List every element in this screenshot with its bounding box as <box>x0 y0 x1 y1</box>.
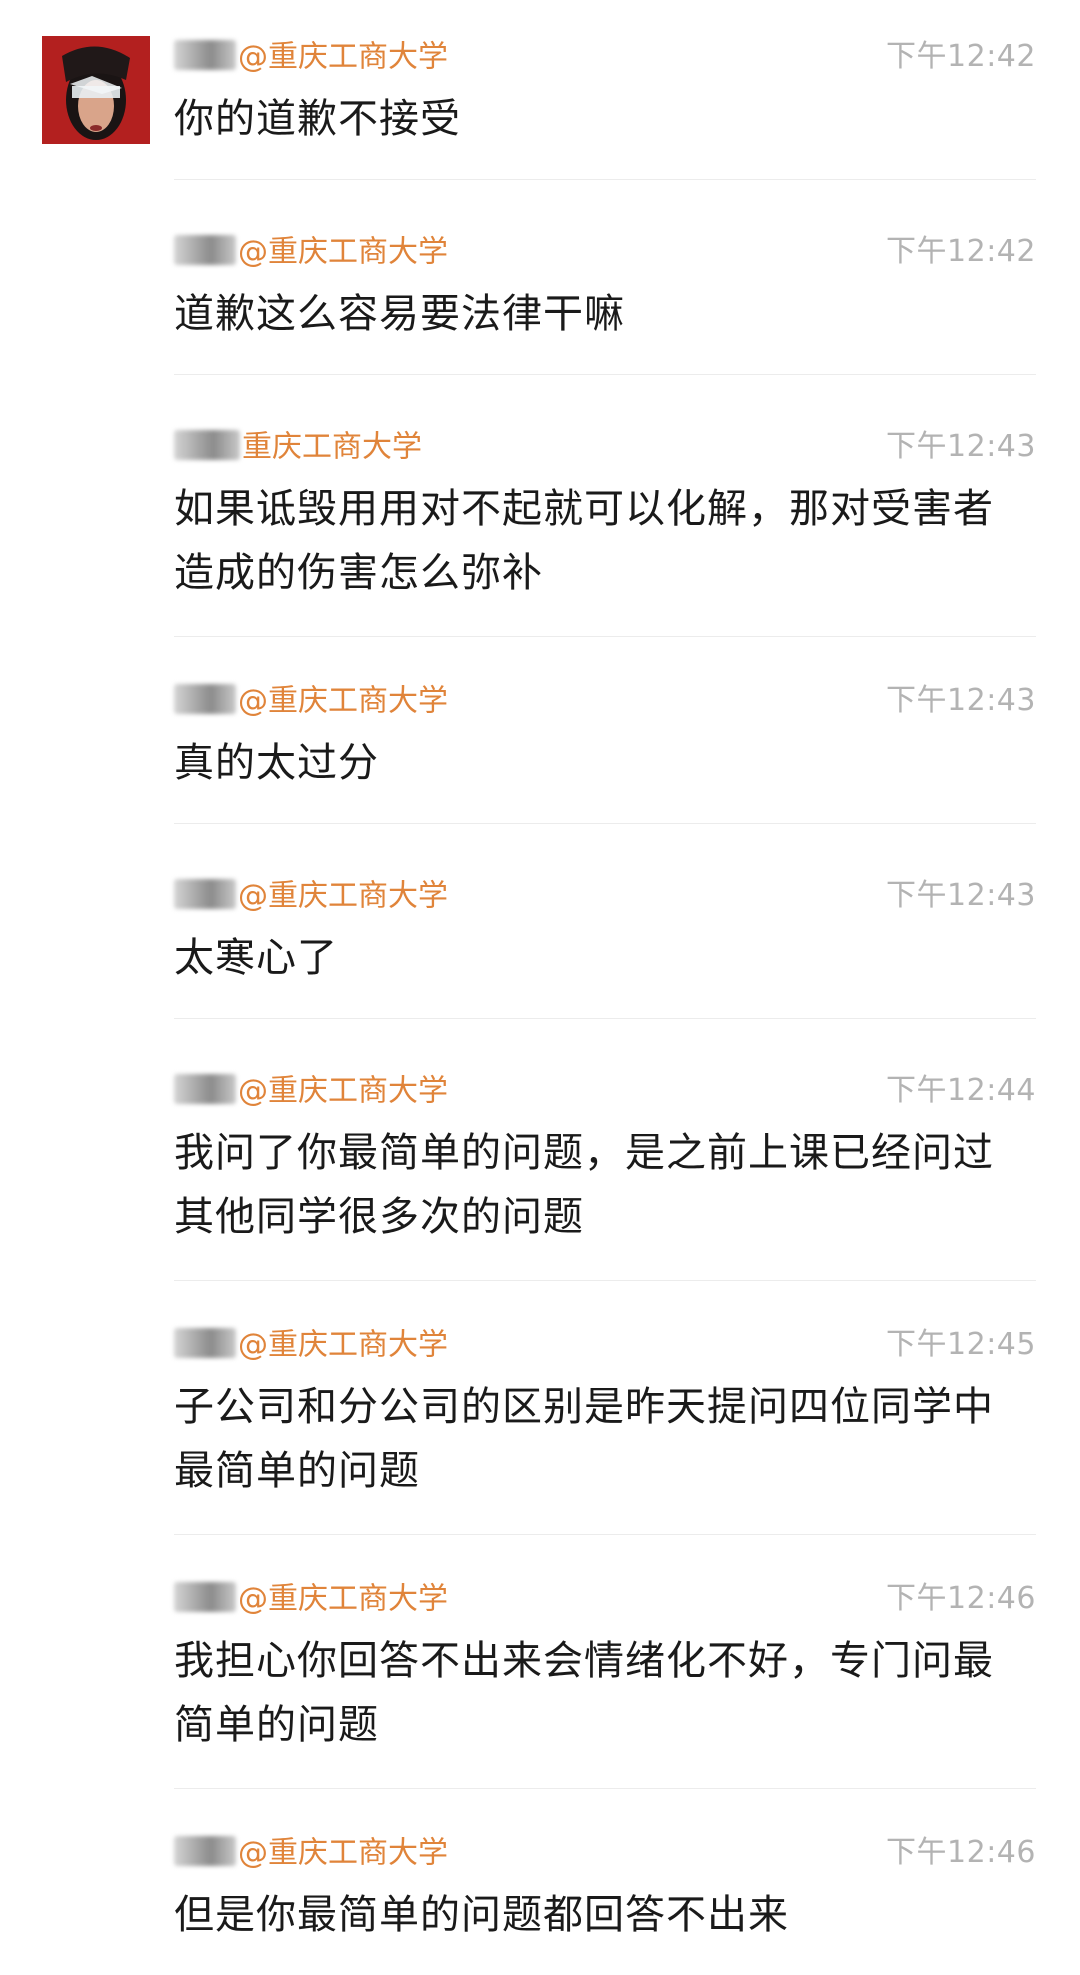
comment-text: 子公司和分公司的区别是昨天提问四位同学中最简单的问题 <box>174 1384 994 1494</box>
comment-time: 下午12:43 <box>886 683 1036 718</box>
comment-text: 我问了你最简单的问题，是之前上课已经问过其他同学很多次的问题 <box>174 1130 994 1240</box>
comment-time: 下午12:46 <box>886 1581 1036 1616</box>
comment-item[interactable]: @重庆工商大学 下午12:45 子公司和分公司的区别是昨天提问四位同学中最简单的… <box>174 1325 1036 1503</box>
comment-text: 真的太过分 <box>174 740 379 786</box>
comment-item[interactable]: @重庆工商大学 下午12:43 太寒心了 <box>174 876 1036 990</box>
comment-sender: @重庆工商大学 <box>174 1833 448 1873</box>
comment-sender: @重庆工商大学 <box>174 876 448 916</box>
divider <box>174 636 1036 637</box>
comment-item[interactable]: @重庆工商大学 下午12:43 真的太过分 <box>174 681 1036 795</box>
divider <box>174 1280 1036 1281</box>
comment-time: 下午12:45 <box>886 1327 1036 1362</box>
comment-sender: @重庆工商大学 <box>174 1071 448 1111</box>
redacted-username <box>174 39 236 70</box>
comment-time: 下午12:43 <box>886 429 1036 464</box>
user-avatar-portrait-icon <box>42 36 150 144</box>
comment-time: 下午12:44 <box>886 1073 1036 1108</box>
comment-text: 道歉这么容易要法律干嘛 <box>174 291 625 337</box>
comment-item[interactable]: @重庆工商大学 下午12:42 你的道歉不接受 <box>174 37 1036 151</box>
sender-school: @重庆工商大学 <box>238 683 448 719</box>
comment-time: 下午12:43 <box>886 878 1036 913</box>
redacted-username <box>174 429 240 460</box>
comment-text: 如果诋毁用用对不起就可以化解，那对受害者造成的伤害怎么弥补 <box>174 486 994 596</box>
redacted-username <box>174 683 236 714</box>
comment-sender: @重庆工商大学 <box>174 232 448 272</box>
comment-item[interactable]: @重庆工商大学 下午12:42 道歉这么容易要法律干嘛 <box>174 232 1036 346</box>
comment-sender: 重庆工商大学 <box>174 427 422 467</box>
comment-item[interactable]: @重庆工商大学 下午12:46 但是你最简单的问题都回答不出来 <box>174 1833 1036 1947</box>
comment-sender: @重庆工商大学 <box>174 37 448 77</box>
comment-item[interactable]: 重庆工商大学 下午12:43 如果诋毁用用对不起就可以化解，那对受害者造成的伤害… <box>174 427 1036 605</box>
redacted-username <box>174 234 236 265</box>
avatar[interactable] <box>42 36 150 144</box>
divider <box>174 374 1036 375</box>
comment-sender: @重庆工商大学 <box>174 1579 448 1619</box>
redacted-username <box>174 1581 236 1612</box>
comment-time: 下午12:46 <box>886 1835 1036 1870</box>
comment-sender: @重庆工商大学 <box>174 1325 448 1365</box>
sender-school: @重庆工商大学 <box>238 39 448 75</box>
comment-text: 你的道歉不接受 <box>174 96 461 142</box>
redacted-username <box>174 1073 236 1104</box>
sender-school: 重庆工商大学 <box>242 429 422 465</box>
comment-text: 但是你最简单的问题都回答不出来 <box>174 1892 789 1938</box>
comment-sender: @重庆工商大学 <box>174 681 448 721</box>
comment-text: 太寒心了 <box>174 935 338 981</box>
redacted-username <box>174 1835 236 1866</box>
sender-school: @重庆工商大学 <box>238 1835 448 1871</box>
sender-school: @重庆工商大学 <box>238 1327 448 1363</box>
comment-item[interactable]: @重庆工商大学 下午12:46 我担心你回答不出来会情绪化不好，专门问最简单的问… <box>174 1579 1036 1757</box>
divider <box>174 1018 1036 1019</box>
sender-school: @重庆工商大学 <box>238 1073 448 1109</box>
divider <box>174 1788 1036 1789</box>
comment-time: 下午12:42 <box>886 39 1036 74</box>
comment-time: 下午12:42 <box>886 234 1036 269</box>
comment-text: 我担心你回答不出来会情绪化不好，专门问最简单的问题 <box>174 1638 994 1748</box>
comment-item[interactable]: @重庆工商大学 下午12:44 我问了你最简单的问题，是之前上课已经问过其他同学… <box>174 1071 1036 1249</box>
sender-school: @重庆工商大学 <box>238 1581 448 1617</box>
divider <box>174 1534 1036 1535</box>
redacted-username <box>174 1327 236 1358</box>
divider <box>174 823 1036 824</box>
redacted-username <box>174 878 236 909</box>
sender-school: @重庆工商大学 <box>238 878 448 914</box>
sender-school: @重庆工商大学 <box>238 234 448 270</box>
divider <box>174 179 1036 180</box>
